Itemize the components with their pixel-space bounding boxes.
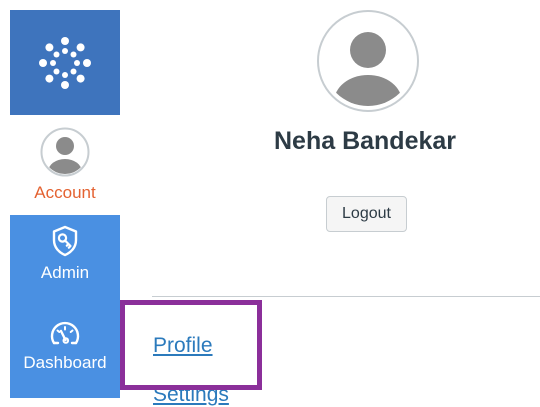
settings-link[interactable]: Settings: [153, 383, 229, 407]
global-nav: Account Admin Dashboard: [0, 0, 120, 398]
profile-avatar: [317, 10, 419, 112]
nav-label-admin: Admin: [40, 263, 90, 282]
shield-key-icon: [52, 225, 78, 257]
nav-item-dashboard[interactable]: Dashboard: [10, 307, 120, 398]
nav-label-account: Account: [34, 183, 96, 202]
logout-button[interactable]: Logout: [326, 196, 407, 232]
profile-link[interactable]: Profile: [153, 334, 213, 358]
nav-item-admin[interactable]: Admin: [10, 215, 120, 307]
canvas-logo[interactable]: [10, 10, 120, 115]
nav-item-account[interactable]: Account: [10, 115, 120, 215]
canvas-logo-icon: [39, 36, 91, 89]
user-name: Neha Bandekar: [273, 127, 457, 155]
speedometer-icon: [50, 321, 80, 345]
divider: [152, 296, 540, 297]
user-avatar-icon: [40, 127, 90, 177]
account-tray: Neha Bandekar Logout Profile Settings: [120, 0, 540, 406]
user-avatar-icon: [334, 32, 402, 106]
nav-label-dashboard: Dashboard: [23, 353, 107, 372]
